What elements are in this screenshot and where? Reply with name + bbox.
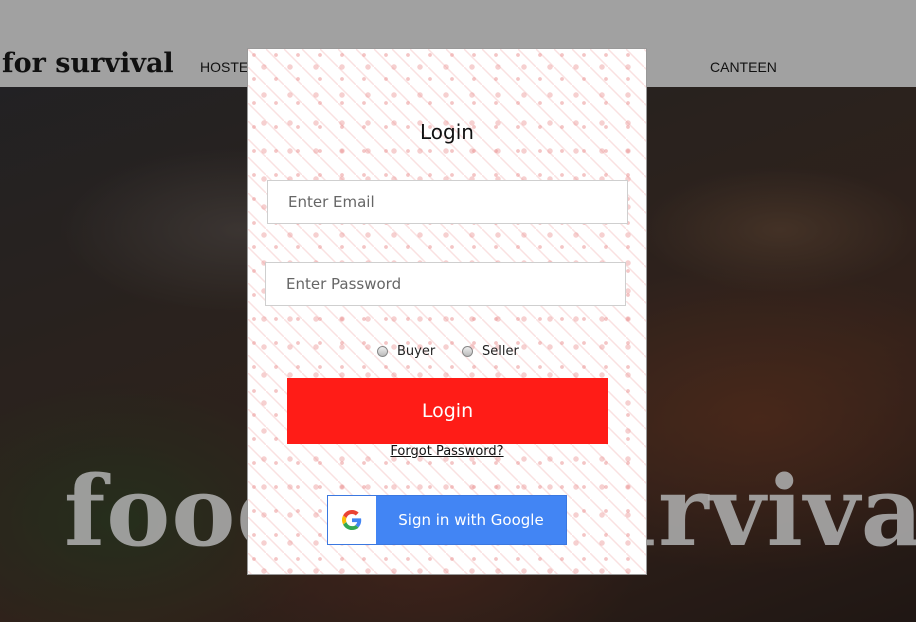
role-option-buyer[interactable]: Buyer — [377, 344, 435, 359]
buyer-label: Buyer — [397, 344, 436, 359]
modal-title: Login — [420, 120, 474, 144]
google-signin-label: Sign in with Google — [398, 511, 544, 529]
seller-label: Seller — [482, 344, 519, 359]
login-button[interactable]: Login — [287, 378, 608, 444]
google-logo-container — [328, 496, 376, 544]
email-input[interactable] — [267, 180, 628, 224]
seller-radio[interactable] — [462, 346, 473, 357]
forgot-password-link[interactable]: Forgot Password? — [248, 444, 646, 459]
google-g-icon — [342, 510, 362, 530]
role-option-seller[interactable]: Seller — [462, 344, 519, 359]
nav-link-hostel[interactable]: HOSTE — [200, 59, 248, 75]
password-input[interactable] — [265, 262, 626, 306]
google-signin-button[interactable]: Sign in with Google — [327, 495, 567, 545]
buyer-radio[interactable] — [377, 346, 388, 357]
brand-logo-text[interactable]: for survival — [2, 48, 174, 79]
login-modal: Login Buyer Seller Login Forgot Password… — [247, 48, 647, 575]
nav-link-canteen[interactable]: CANTEEN — [710, 59, 777, 75]
